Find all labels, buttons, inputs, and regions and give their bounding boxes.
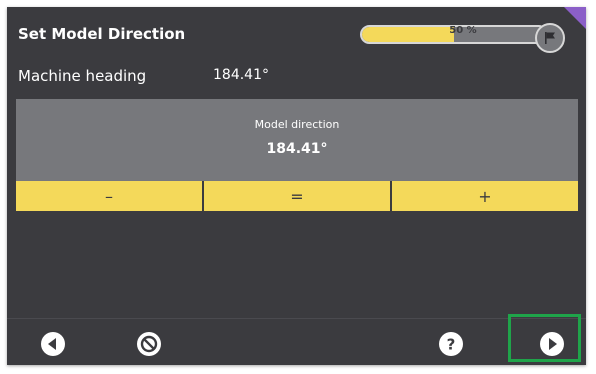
screen: Set Model Direction 50 % Machine heading… — [7, 7, 586, 365]
progress-fill — [362, 27, 454, 42]
back-icon[interactable] — [40, 331, 66, 357]
machine-heading-label: Machine heading — [18, 67, 147, 85]
next-button-highlight — [508, 314, 581, 362]
flag-icon — [535, 23, 565, 53]
equal-button[interactable]: = — [204, 181, 390, 211]
page-title: Set Model Direction — [18, 25, 186, 43]
progress-label: 50 % — [449, 25, 477, 36]
cancel-icon[interactable] — [136, 331, 162, 357]
footer-divider — [7, 318, 586, 319]
decrease-button[interactable]: – — [16, 181, 202, 211]
increase-button[interactable]: + — [392, 181, 578, 211]
model-direction-panel: Model direction 184.41° — [16, 99, 578, 181]
adjust-button-row: – = + — [16, 181, 578, 211]
model-direction-label: Model direction — [254, 118, 340, 131]
help-icon[interactable]: ? — [438, 331, 464, 357]
svg-text:?: ? — [447, 336, 456, 354]
machine-heading-value: 184.41° — [213, 67, 269, 83]
progress-indicator: 50 % — [360, 23, 568, 53]
model-direction-value: 184.41° — [266, 141, 328, 157]
